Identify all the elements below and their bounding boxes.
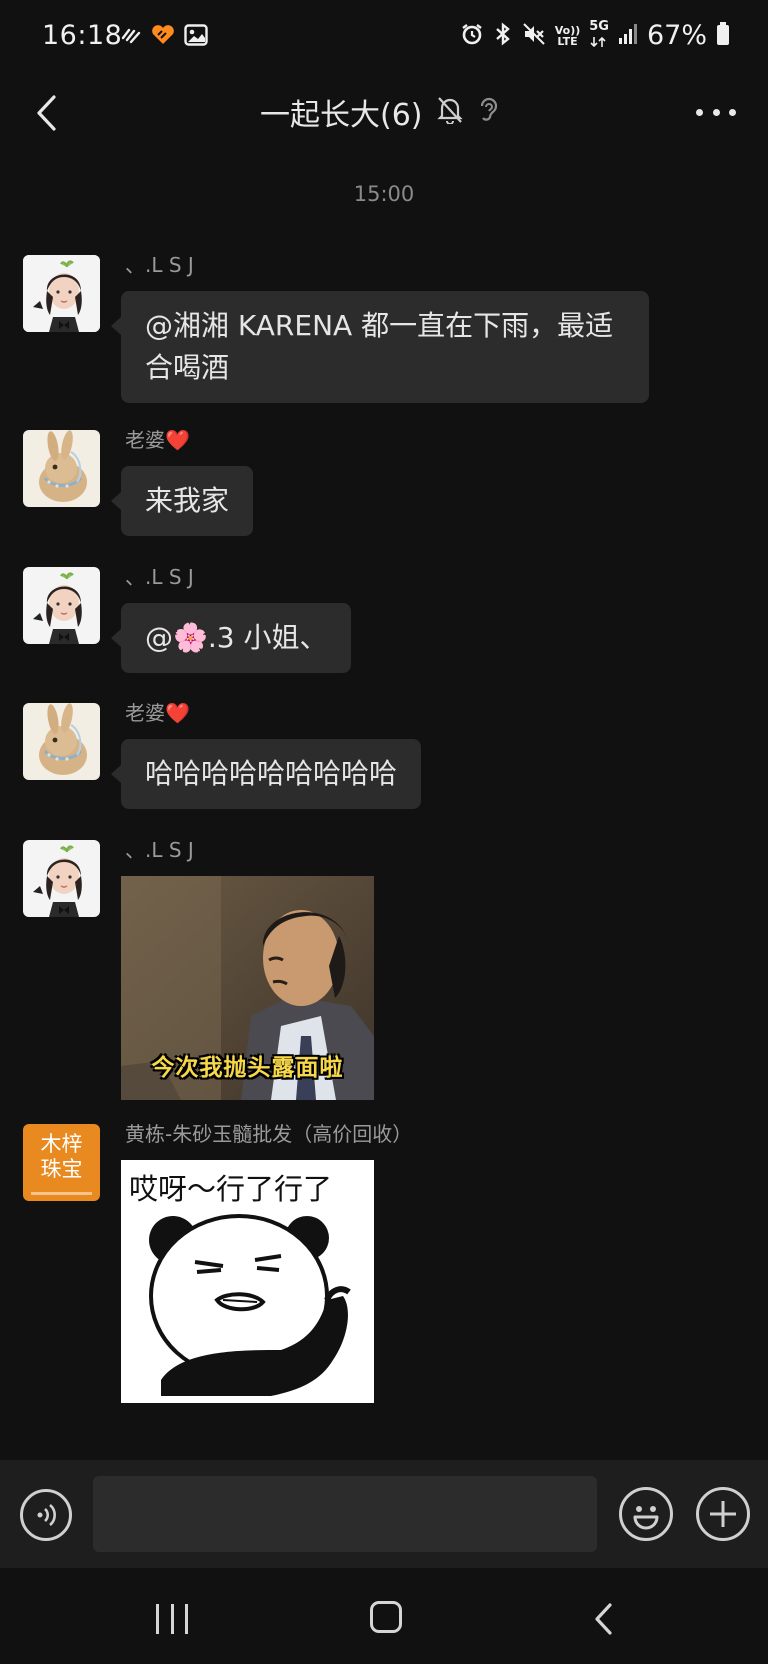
emoji-icon xyxy=(633,1506,659,1530)
avatar[interactable] xyxy=(23,703,100,780)
alarm-icon xyxy=(460,22,484,50)
plus-button[interactable] xyxy=(696,1487,750,1541)
avatar[interactable] xyxy=(23,255,100,332)
mute-icon xyxy=(522,22,546,50)
sender-name: 、.L S J xyxy=(125,253,194,277)
home-button[interactable] xyxy=(370,1601,402,1633)
voice-button[interactable] xyxy=(20,1489,72,1541)
chat-title: 一起长大(6) xyxy=(260,98,423,133)
avatar[interactable] xyxy=(23,840,100,917)
nav-back-icon xyxy=(595,1603,612,1635)
chat-header: 一起长大(6) xyxy=(0,78,768,186)
notification-icon xyxy=(120,24,142,50)
ear-icon xyxy=(477,96,499,128)
volte-icon: Vo)) LTE xyxy=(554,23,581,48)
heart-app-icon xyxy=(150,24,176,50)
emoji-button[interactable] xyxy=(619,1487,673,1541)
more-icon xyxy=(696,108,703,116)
system-nav-bar xyxy=(0,1568,768,1664)
message-bubble[interactable]: @湘湘 KARENA 都一直在下雨，最适合喝酒 xyxy=(111,291,649,403)
message-bubble[interactable]: @🌸.3 小姐、 xyxy=(110,603,352,673)
status-right: Vo)) LTE 5G 67% xyxy=(460,20,730,51)
avatar[interactable] xyxy=(23,430,100,507)
avatar-text: 木梓 xyxy=(40,1132,83,1156)
back-button[interactable] xyxy=(26,88,66,138)
image-caption: 今次我抛头露面啦 xyxy=(151,1055,344,1081)
image-message[interactable]: 今次我抛头露面啦 xyxy=(121,876,374,1100)
sender-name: 老婆❤️ xyxy=(125,701,190,725)
message-bubble[interactable]: 哈哈哈哈哈哈哈哈哈 xyxy=(110,739,422,809)
sender-name: 老婆❤️ xyxy=(125,428,190,452)
plus-icon xyxy=(710,1501,736,1527)
status-left-icons xyxy=(120,24,208,50)
5g-icon: 5G xyxy=(589,20,609,51)
voice-icon xyxy=(37,1504,56,1526)
recents-button[interactable] xyxy=(156,1604,188,1634)
status-bar: 16:18 Vo)) LTE 5G 67% xyxy=(0,0,768,78)
signal-icon xyxy=(618,23,638,49)
sender-name: 黄栋-朱砂玉髓批发（高价回收） xyxy=(125,1122,413,1146)
message-bubble[interactable]: 来我家 xyxy=(110,466,254,536)
input-bar xyxy=(0,1460,768,1568)
image-icon xyxy=(184,24,208,50)
battery-icon xyxy=(716,21,730,50)
bluetooth-icon xyxy=(493,22,513,50)
sticker-message[interactable]: 哎呀～行了行了 xyxy=(121,1160,374,1403)
avatar[interactable] xyxy=(23,567,100,644)
chat-timestamp: 15:00 xyxy=(353,182,415,206)
mute-bell-icon xyxy=(436,96,463,128)
recents-icon xyxy=(156,1604,159,1634)
avatar[interactable]: 木梓 珠宝 xyxy=(23,1124,100,1201)
back-icon xyxy=(37,95,56,131)
system-back-button[interactable] xyxy=(590,1602,618,1636)
more-button[interactable] xyxy=(696,100,736,124)
chat-title-group[interactable]: 一起长大(6) xyxy=(260,90,499,134)
avatar-text: 珠宝 xyxy=(40,1157,83,1181)
status-time: 16:18 xyxy=(42,20,123,51)
sender-name: 、.L S J xyxy=(125,565,194,589)
message-input[interactable] xyxy=(93,1476,597,1552)
sender-name: 、.L S J xyxy=(125,838,194,862)
battery-percent: 67% xyxy=(646,20,707,51)
